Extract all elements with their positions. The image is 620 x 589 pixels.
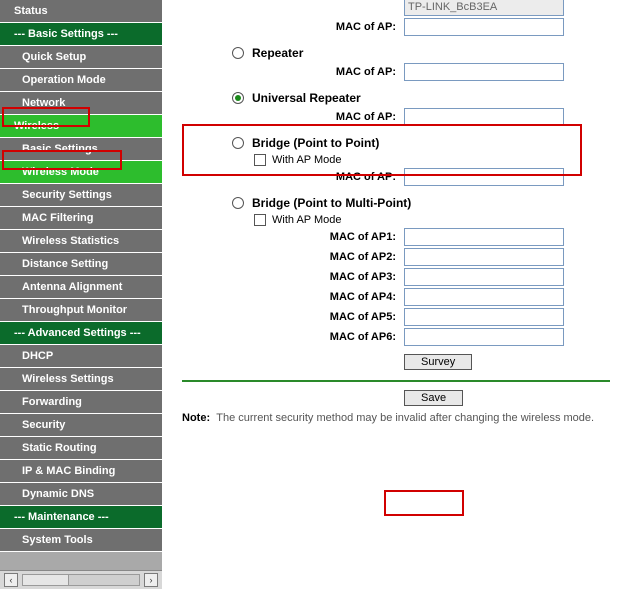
mac-ap4-input[interactable] xyxy=(404,288,564,306)
bridge-pp-mac-input[interactable] xyxy=(404,168,564,186)
mac-ap2-input[interactable] xyxy=(404,248,564,266)
repeater-title: Repeater xyxy=(252,46,303,60)
universal-mac-input[interactable] xyxy=(404,108,564,126)
note-text: Note: The current security method may be… xyxy=(182,412,610,424)
nav-operation-mode[interactable]: Operation Mode xyxy=(0,69,162,92)
nav-wireless-settings[interactable]: Wireless Settings xyxy=(0,368,162,391)
nav-distance-setting[interactable]: Distance Setting xyxy=(0,253,162,276)
nav-basic-settings[interactable]: Basic Settings xyxy=(0,138,162,161)
mac-ap4-label: MAC of AP4: xyxy=(254,291,404,303)
mac-ap2-label: MAC of AP2: xyxy=(254,251,404,263)
nav-wireless[interactable]: Wireless xyxy=(0,115,162,138)
universal-repeater-title: Universal Repeater xyxy=(252,91,361,105)
mac-ap1-input[interactable] xyxy=(404,228,564,246)
radio-repeater[interactable] xyxy=(232,47,244,59)
scroll-right-icon[interactable]: › xyxy=(144,573,158,587)
nav-ip-mac-binding[interactable]: IP & MAC Binding xyxy=(0,460,162,483)
universal-mac-label: MAC of AP: xyxy=(254,111,404,123)
radio-universal-repeater[interactable] xyxy=(232,92,244,104)
nav-dynamic-dns[interactable]: Dynamic DNS xyxy=(0,483,162,506)
checkbox-bridge-pm-withap[interactable] xyxy=(254,214,266,226)
mac-ap5-label: MAC of AP5: xyxy=(254,311,404,323)
mac-of-ap-label-top: MAC of AP: xyxy=(254,21,404,33)
nav-dhcp[interactable]: DHCP xyxy=(0,345,162,368)
nav-quick-setup[interactable]: Quick Setup xyxy=(0,46,162,69)
divider xyxy=(182,380,610,382)
nav-status[interactable]: Status xyxy=(0,0,162,23)
save-button[interactable]: Save xyxy=(404,390,463,406)
mac-ap1-label: MAC of AP1: xyxy=(254,231,404,243)
repeater-mac-label: MAC of AP: xyxy=(254,66,404,78)
checkbox-bridge-pp-withap[interactable] xyxy=(254,154,266,166)
repeater-mac-input[interactable] xyxy=(404,63,564,81)
scroll-left-icon[interactable]: ‹ xyxy=(4,573,18,587)
sidebar: Status --- Basic Settings --- Quick Setu… xyxy=(0,0,162,589)
bridge-pm-title: Bridge (Point to Multi-Point) xyxy=(252,196,411,210)
nav-header-maintenance: --- Maintenance --- xyxy=(0,506,162,529)
mac-ap5-input[interactable] xyxy=(404,308,564,326)
bridge-pm-withap-label: With AP Mode xyxy=(272,214,342,226)
mac-of-ap-input-top[interactable] xyxy=(404,18,564,36)
radio-bridge-pp[interactable] xyxy=(232,137,244,149)
mac-ap3-input[interactable] xyxy=(404,268,564,286)
radio-bridge-pm[interactable] xyxy=(232,197,244,209)
bridge-pp-title: Bridge (Point to Point) xyxy=(252,136,379,150)
bridge-pp-mac-label: MAC of AP: xyxy=(254,171,404,183)
nav-system-tools[interactable]: System Tools xyxy=(0,529,162,552)
scroll-track[interactable] xyxy=(22,574,140,586)
survey-button[interactable]: Survey xyxy=(404,354,472,370)
nav-mac-filtering[interactable]: MAC Filtering xyxy=(0,207,162,230)
nav-security-settings[interactable]: Security Settings xyxy=(0,184,162,207)
nav-wireless-statistics[interactable]: Wireless Statistics xyxy=(0,230,162,253)
nav-network[interactable]: Network xyxy=(0,92,162,115)
bridge-pp-withap-label: With AP Mode xyxy=(272,154,342,166)
sidebar-scrollbar[interactable]: ‹ › xyxy=(0,570,162,589)
highlight-survey xyxy=(384,490,464,516)
nav-throughput-monitor[interactable]: Throughput Monitor xyxy=(0,299,162,322)
mac-ap3-label: MAC of AP3: xyxy=(254,271,404,283)
mac-ap6-input[interactable] xyxy=(404,328,564,346)
ssid-of-ap-input[interactable] xyxy=(404,0,564,16)
nav-security[interactable]: Security xyxy=(0,414,162,437)
nav-forwarding[interactable]: Forwarding xyxy=(0,391,162,414)
nav-wireless-mode[interactable]: Wireless Mode xyxy=(0,161,162,184)
nav-static-routing[interactable]: Static Routing xyxy=(0,437,162,460)
main-panel: x MAC of AP: Repeater MAC of AP: Univers… xyxy=(162,0,620,589)
nav-header-advanced: --- Advanced Settings --- xyxy=(0,322,162,345)
mac-ap6-label: MAC of AP6: xyxy=(254,331,404,343)
nav-antenna-alignment[interactable]: Antenna Alignment xyxy=(0,276,162,299)
nav-header-basic: --- Basic Settings --- xyxy=(0,23,162,46)
